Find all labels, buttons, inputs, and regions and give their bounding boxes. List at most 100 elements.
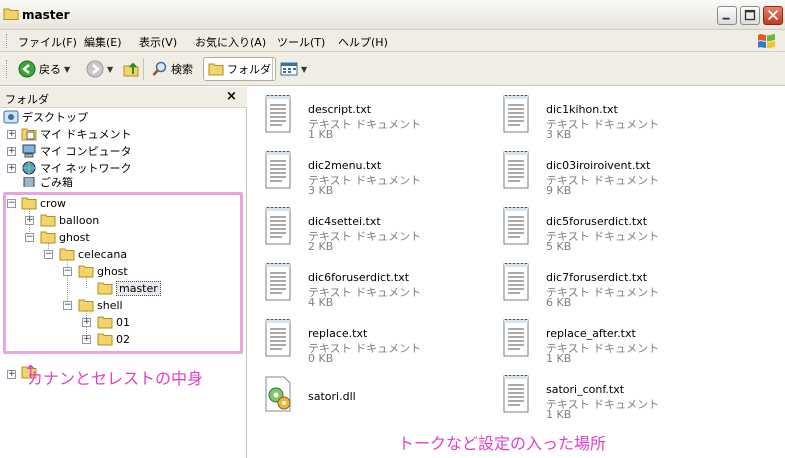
- forward-arrow-icon: [86, 60, 104, 78]
- text-document-icon: [503, 95, 529, 133]
- file-name: replace_after.txt: [546, 327, 636, 340]
- tree-item-my-documents[interactable]: マイ ドキュメント: [21, 126, 132, 142]
- file-item[interactable]: dic7foruserdict.txt テキスト ドキュメント 6 KB: [500, 261, 730, 311]
- file-name: dic2menu.txt: [308, 159, 382, 172]
- file-size: 1 KB: [308, 128, 334, 141]
- tree-item-my-computer[interactable]: マイ コンピュータ: [21, 143, 132, 159]
- file-item[interactable]: descript.txt テキスト ドキュメント 1 KB: [262, 93, 492, 143]
- text-document-icon: [265, 319, 291, 357]
- file-size: 1 KB: [546, 352, 572, 365]
- minimize-icon: [722, 17, 730, 20]
- forward-button[interactable]: ▼: [82, 57, 117, 81]
- annotation-highlight-box: [3, 192, 243, 354]
- close-icon: [767, 9, 779, 21]
- file-item[interactable]: dic1kihon.txt テキスト ドキュメント 3 KB: [500, 93, 730, 143]
- text-document-icon: [503, 207, 529, 245]
- tree-item-label: マイ ドキュメント: [40, 128, 132, 141]
- file-size: 6 KB: [546, 296, 572, 309]
- close-button[interactable]: [763, 6, 783, 25]
- back-dropdown-icon[interactable]: ▼: [64, 65, 70, 74]
- expand-toggle[interactable]: +: [7, 147, 16, 156]
- maximize-button[interactable]: [740, 6, 760, 25]
- text-document-icon: [503, 375, 529, 413]
- tree-item-my-network[interactable]: マイ ネットワーク: [21, 160, 132, 176]
- expand-toggle[interactable]: +: [7, 130, 16, 139]
- annotation-right: トークなど設定の入った場所: [398, 434, 607, 453]
- folders-button[interactable]: フォルダ: [203, 57, 276, 81]
- menu-help[interactable]: ヘルプ(H): [338, 34, 388, 50]
- expand-toggle[interactable]: +: [7, 370, 16, 379]
- expand-toggle[interactable]: +: [7, 164, 16, 173]
- up-folder-icon: [123, 62, 139, 77]
- search-button[interactable]: 検索: [148, 57, 197, 81]
- menu-tools[interactable]: ツール(T): [277, 34, 325, 50]
- forward-dropdown-icon[interactable]: ▼: [107, 65, 113, 74]
- views-dropdown-icon[interactable]: ▼: [301, 65, 307, 74]
- back-button[interactable]: 戻る ▼: [14, 57, 74, 81]
- file-size: 4 KB: [308, 296, 334, 309]
- menu-favorites[interactable]: お気に入り(A): [195, 34, 266, 50]
- folder-pane-close-button[interactable]: ×: [226, 89, 237, 104]
- up-folder-button[interactable]: [118, 57, 144, 81]
- my-computer-icon: [22, 144, 36, 158]
- file-name: dic03iroiroivent.txt: [546, 159, 651, 172]
- file-item[interactable]: dic6foruserdict.txt テキスト ドキュメント 4 KB: [262, 261, 492, 311]
- dll-gear-icon: [265, 376, 291, 412]
- folder-icon: [3, 8, 19, 20]
- folders-label: フォルダ: [227, 63, 271, 76]
- file-size: 0 KB: [308, 352, 334, 365]
- views-button[interactable]: ▼: [276, 57, 311, 81]
- file-name: satori.dll: [308, 390, 356, 403]
- menu-edit[interactable]: 編集(E): [84, 34, 122, 50]
- file-size: 1 KB: [546, 408, 572, 421]
- file-item[interactable]: dic5foruserdict.txt テキスト ドキュメント 5 KB: [500, 205, 730, 255]
- menu-grip: [6, 34, 9, 48]
- recycle-bin-icon: [23, 177, 35, 187]
- file-item[interactable]: dic2menu.txt テキスト ドキュメント 3 KB: [262, 149, 492, 199]
- file-item[interactable]: dic03iroiroivent.txt テキスト ドキュメント 9 KB: [500, 149, 730, 199]
- file-size: 9 KB: [546, 184, 572, 197]
- file-item[interactable]: satori_conf.txt テキスト ドキュメント 1 KB: [500, 373, 730, 423]
- minimize-button[interactable]: [717, 6, 737, 25]
- text-document-icon: [265, 207, 291, 245]
- file-item[interactable]: dic4settei.txt テキスト ドキュメント 2 KB: [262, 205, 492, 255]
- menu-view[interactable]: 表示(V): [139, 34, 177, 50]
- search-label: 検索: [171, 63, 193, 76]
- file-pane: descript.txt テキスト ドキュメント 1 KB dic1kihon.txt…: [248, 87, 785, 458]
- tree-item-label: デスクトップ: [22, 111, 88, 124]
- file-name: dic1kihon.txt: [546, 103, 618, 116]
- file-name: dic5foruserdict.txt: [546, 215, 648, 228]
- file-name: descript.txt: [308, 103, 372, 116]
- back-arrow-icon: [18, 60, 36, 78]
- tree-item-label: マイ コンピュータ: [40, 145, 132, 158]
- file-item[interactable]: replace.txt テキスト ドキュメント 0 KB: [262, 317, 492, 367]
- toolbar-separator: [272, 58, 273, 80]
- file-size: 2 KB: [308, 240, 334, 253]
- views-icon: [280, 62, 298, 76]
- maximize-icon: [744, 9, 756, 21]
- title-bar[interactable]: master: [0, 0, 785, 30]
- my-documents-icon: [21, 128, 37, 141]
- file-size: 3 KB: [308, 184, 334, 197]
- menu-file[interactable]: ファイル(F): [18, 34, 77, 50]
- annotation-left: カナンとセレストの中身: [27, 369, 204, 388]
- text-document-icon: [503, 263, 529, 301]
- toolbar-grip: [6, 60, 9, 78]
- file-item[interactable]: satori.dll: [262, 373, 492, 423]
- tree-item-label: マイ ネットワーク: [40, 162, 132, 175]
- back-label: 戻る: [39, 63, 61, 76]
- file-name: satori_conf.txt: [546, 383, 625, 396]
- my-network-icon: [22, 161, 36, 175]
- window-title: master: [22, 8, 70, 22]
- tree-item-desktop[interactable]: デスクトップ: [3, 109, 88, 125]
- file-name: dic6foruserdict.txt: [308, 271, 410, 284]
- text-document-icon: [503, 319, 529, 357]
- file-name: replace.txt: [308, 327, 368, 340]
- tree-item-recycle-bin[interactable]: ごみ箱: [21, 177, 73, 187]
- file-item[interactable]: replace_after.txt テキスト ドキュメント 1 KB: [500, 317, 730, 367]
- toolbar-separator: [143, 58, 144, 80]
- folder-pane-title: フォルダ: [5, 93, 49, 106]
- desktop-icon: [3, 110, 19, 124]
- windows-logo-icon: [758, 34, 775, 49]
- file-size: 3 KB: [546, 128, 572, 141]
